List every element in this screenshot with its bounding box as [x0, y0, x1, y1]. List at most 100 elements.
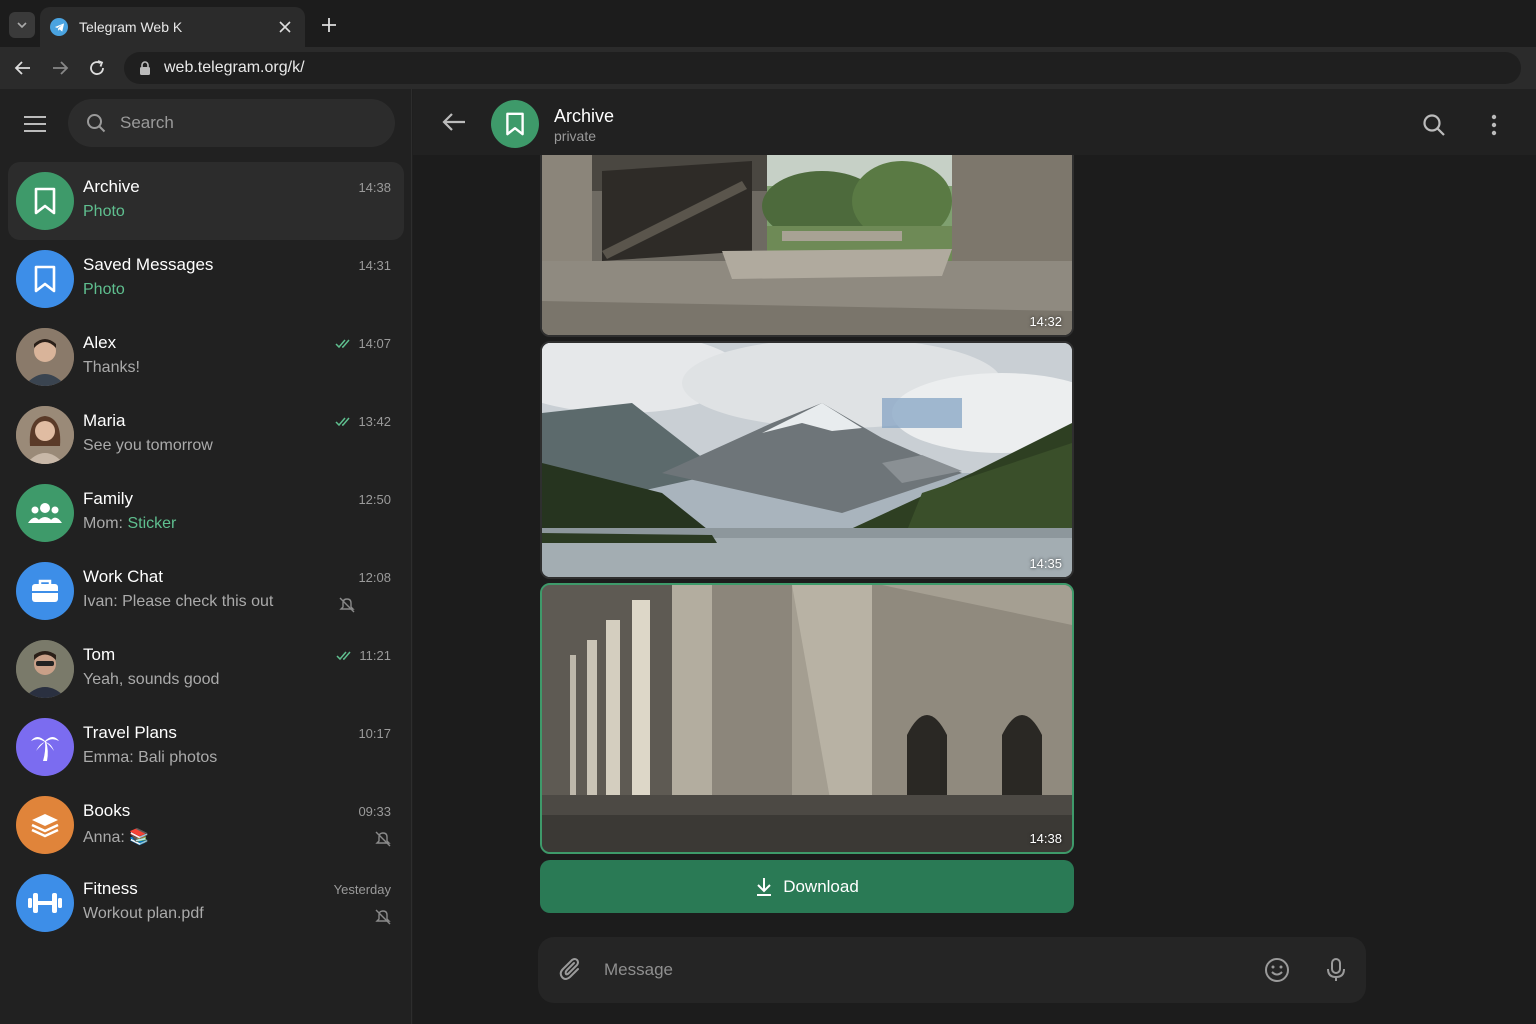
photo-message[interactable]: 14:35 [540, 341, 1074, 579]
paperclip-icon[interactable] [558, 957, 584, 983]
browser-tabbar: Telegram Web K [0, 0, 1536, 47]
chat-preview: Mom: Sticker [83, 515, 177, 532]
menu-icon [24, 116, 46, 132]
message-input[interactable] [604, 955, 1244, 985]
landscape-photo [542, 343, 1072, 577]
bookmark-icon [506, 112, 524, 136]
chat-view: Archive private 14:32 14:35 14:38 Downlo… [413, 89, 1536, 1024]
chat-name: Fitness [83, 879, 138, 898]
browser-navbar: web.telegram.org/k/ [0, 47, 1536, 89]
avatar [16, 172, 74, 230]
download-icon [757, 877, 772, 896]
chat-time: 11:21 [336, 648, 391, 663]
chat-item-fitness[interactable]: Fitness Workout plan.pdf Yesterday [8, 864, 404, 942]
chat-item-tom[interactable]: Tom Yeah, sounds good 11:21 [8, 630, 404, 708]
avatar [16, 250, 74, 308]
corridor-photo [542, 585, 1072, 852]
browser-tab[interactable]: Telegram Web K [40, 7, 305, 47]
download-label: Download [783, 876, 859, 896]
avatar [16, 796, 74, 854]
hamburger-menu-button[interactable] [22, 113, 48, 135]
photo-message[interactable]: 14:32 [540, 129, 1074, 337]
chat-item-travel-plans[interactable]: Travel Plans Emma: Bali photos 10:17 [8, 708, 404, 786]
chat-avatar[interactable] [491, 100, 539, 148]
muted-icon [375, 831, 391, 847]
browser-reload-button[interactable] [86, 57, 108, 79]
double-check-icon [336, 651, 351, 660]
search-input[interactable]: Search [68, 99, 395, 147]
chat-sidebar: Search Archive Photo 14:38 Saved Message… [0, 89, 412, 1024]
muted-icon [375, 909, 391, 925]
chat-name: Archive [83, 177, 140, 196]
microphone-icon[interactable] [1323, 957, 1349, 983]
telegram-icon [50, 18, 68, 36]
chat-time: 12:08 [358, 570, 391, 585]
chat-name: Alex [83, 333, 117, 352]
chat-preview: Photo [83, 281, 125, 298]
chat-title[interactable]: Archive [554, 106, 614, 127]
close-icon[interactable] [275, 17, 295, 37]
avatar [16, 484, 74, 542]
tab-search-button[interactable] [9, 12, 35, 38]
chat-time: 12:50 [358, 492, 391, 507]
chat-item-saved-messages[interactable]: Saved Messages Photo 14:31 [8, 240, 404, 318]
reload-icon [90, 60, 104, 75]
url-text: web.telegram.org/k/ [164, 59, 305, 76]
chat-preview: Emma: Bali photos [83, 749, 218, 766]
browser-back-button[interactable] [12, 57, 34, 79]
chat-subtitle: private [554, 128, 597, 144]
chat-item-alex[interactable]: Alex Thanks! 14:07 [8, 318, 404, 396]
message-composer [538, 937, 1366, 1003]
avatar [16, 874, 74, 932]
group-icon [28, 503, 62, 523]
download-button[interactable]: Download [540, 860, 1074, 913]
more-vertical-icon[interactable] [1482, 113, 1506, 137]
person-photo-icon [16, 328, 74, 386]
arrow-right-icon [53, 61, 69, 75]
chat-name: Travel Plans [83, 723, 177, 742]
photo-message-selected[interactable]: 14:38 [540, 583, 1074, 854]
person-photo-icon [16, 640, 74, 698]
chat-item-work-chat[interactable]: Work Chat Ivan: Please check this out 12… [8, 552, 404, 630]
books-icon [31, 814, 59, 838]
chat-list: Archive Photo 14:38 Saved Messages Photo… [0, 162, 412, 942]
chat-preview: Photo [83, 203, 125, 220]
chat-preview: Anna: 📚 [83, 829, 150, 846]
bookmark-icon [34, 265, 56, 293]
bookmark-icon [34, 187, 56, 215]
chat-preview: Workout plan.pdf [83, 905, 204, 922]
search-icon[interactable] [1422, 113, 1446, 137]
avatar [16, 328, 74, 386]
chat-time: Yesterday [333, 882, 391, 897]
photo-time: 14:38 [1029, 831, 1062, 846]
avatar [16, 562, 74, 620]
plus-icon [322, 18, 336, 32]
chat-preview: Thanks! [83, 359, 140, 376]
emoji-icon[interactable] [1264, 957, 1290, 983]
photo-time: 14:35 [1029, 556, 1062, 571]
new-tab-button[interactable] [318, 14, 340, 36]
browser-forward-button[interactable] [49, 57, 71, 79]
chat-item-archive[interactable]: Archive Photo 14:38 [8, 162, 404, 240]
double-check-icon [335, 339, 351, 348]
chat-preview: Ivan: Please check this out [83, 593, 274, 610]
chat-item-maria[interactable]: Maria See you tomorrow 13:42 [8, 396, 404, 474]
chat-time: 10:17 [358, 726, 391, 741]
chevron-down-icon [17, 22, 27, 29]
chat-item-family[interactable]: Family Mom: Sticker 12:50 [8, 474, 404, 552]
address-bar[interactable]: web.telegram.org/k/ [124, 52, 1521, 84]
avatar [16, 718, 74, 776]
chat-name: Books [83, 801, 131, 820]
chat-time: 14:31 [358, 258, 391, 273]
chat-time: 14:07 [335, 336, 391, 351]
chat-preview: See you tomorrow [83, 437, 213, 454]
avatar [16, 406, 74, 464]
chat-item-books[interactable]: Books Anna: 📚 09:33 [8, 786, 404, 864]
briefcase-icon [32, 579, 58, 602]
palm-tree-icon [31, 737, 59, 761]
person-photo-icon [16, 406, 74, 464]
tab-title: Telegram Web K [79, 19, 183, 35]
search-placeholder: Search [120, 113, 174, 132]
chat-time: 14:38 [358, 180, 391, 195]
arrow-left-icon[interactable] [441, 111, 467, 133]
